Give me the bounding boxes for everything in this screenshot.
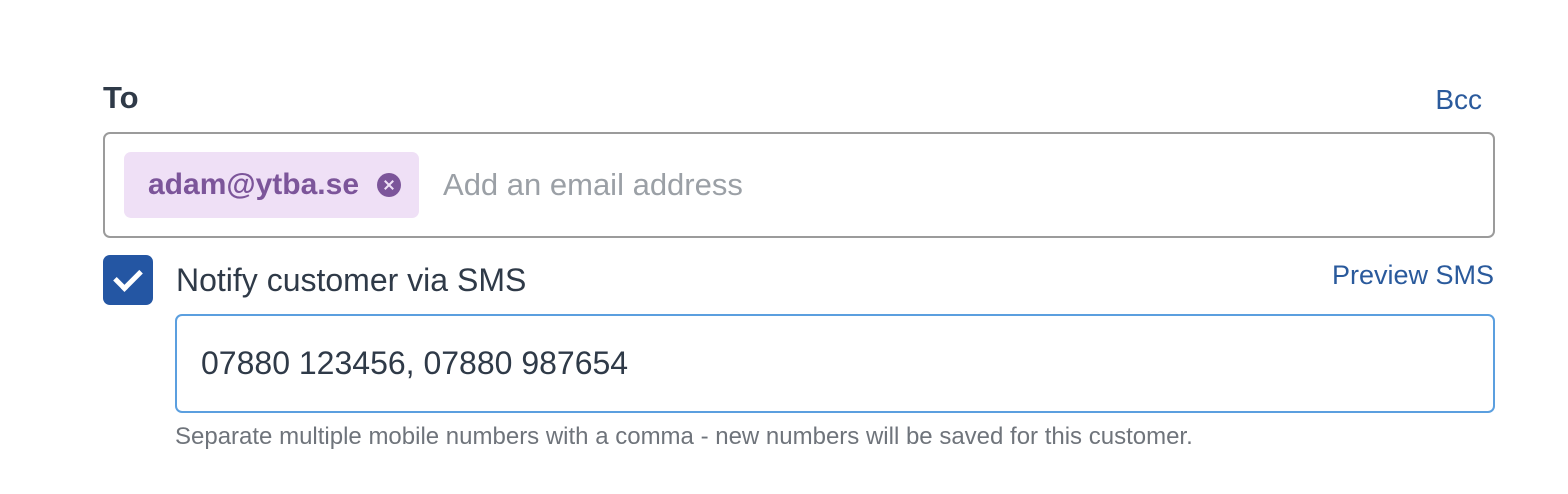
close-circle-icon[interactable] bbox=[377, 173, 402, 197]
preview-sms-link[interactable]: Preview SMS bbox=[1332, 260, 1494, 291]
mobile-numbers-hint: Separate multiple mobile numbers with a … bbox=[175, 423, 1193, 450]
email-compose-recipients: To Bcc adam@ytba.se Notify customer via … bbox=[0, 0, 1568, 494]
to-label: To bbox=[103, 80, 139, 115]
notify-sms-checkbox[interactable] bbox=[103, 255, 153, 305]
recipient-chip: adam@ytba.se bbox=[124, 152, 420, 218]
recipient-chip-email: adam@ytba.se bbox=[148, 168, 360, 201]
email-address-input[interactable] bbox=[443, 167, 1493, 203]
bcc-link[interactable]: Bcc bbox=[1435, 84, 1482, 116]
mobile-numbers-input[interactable] bbox=[175, 314, 1495, 413]
notify-sms-label: Notify customer via SMS bbox=[176, 262, 527, 298]
to-recipients-field[interactable]: adam@ytba.se bbox=[103, 132, 1495, 238]
